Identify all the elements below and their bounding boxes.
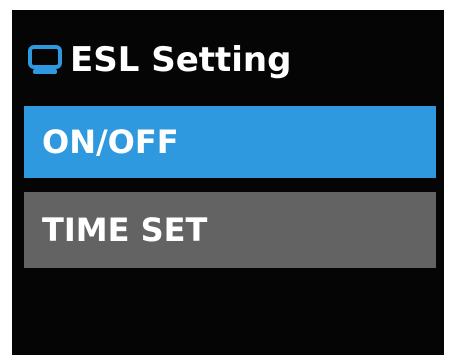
menu-item-on-off[interactable]: ON/OFF — [24, 106, 436, 178]
device-screen: ESL Setting ON/OFF TIME SET — [12, 10, 444, 355]
header: ESL Setting — [12, 10, 444, 96]
menu-item-label: ON/OFF — [42, 123, 179, 161]
page-title: ESL Setting — [70, 40, 292, 80]
monitor-icon — [28, 44, 62, 76]
menu-item-label: TIME SET — [42, 211, 208, 249]
menu-item-time-set[interactable]: TIME SET — [24, 192, 436, 268]
